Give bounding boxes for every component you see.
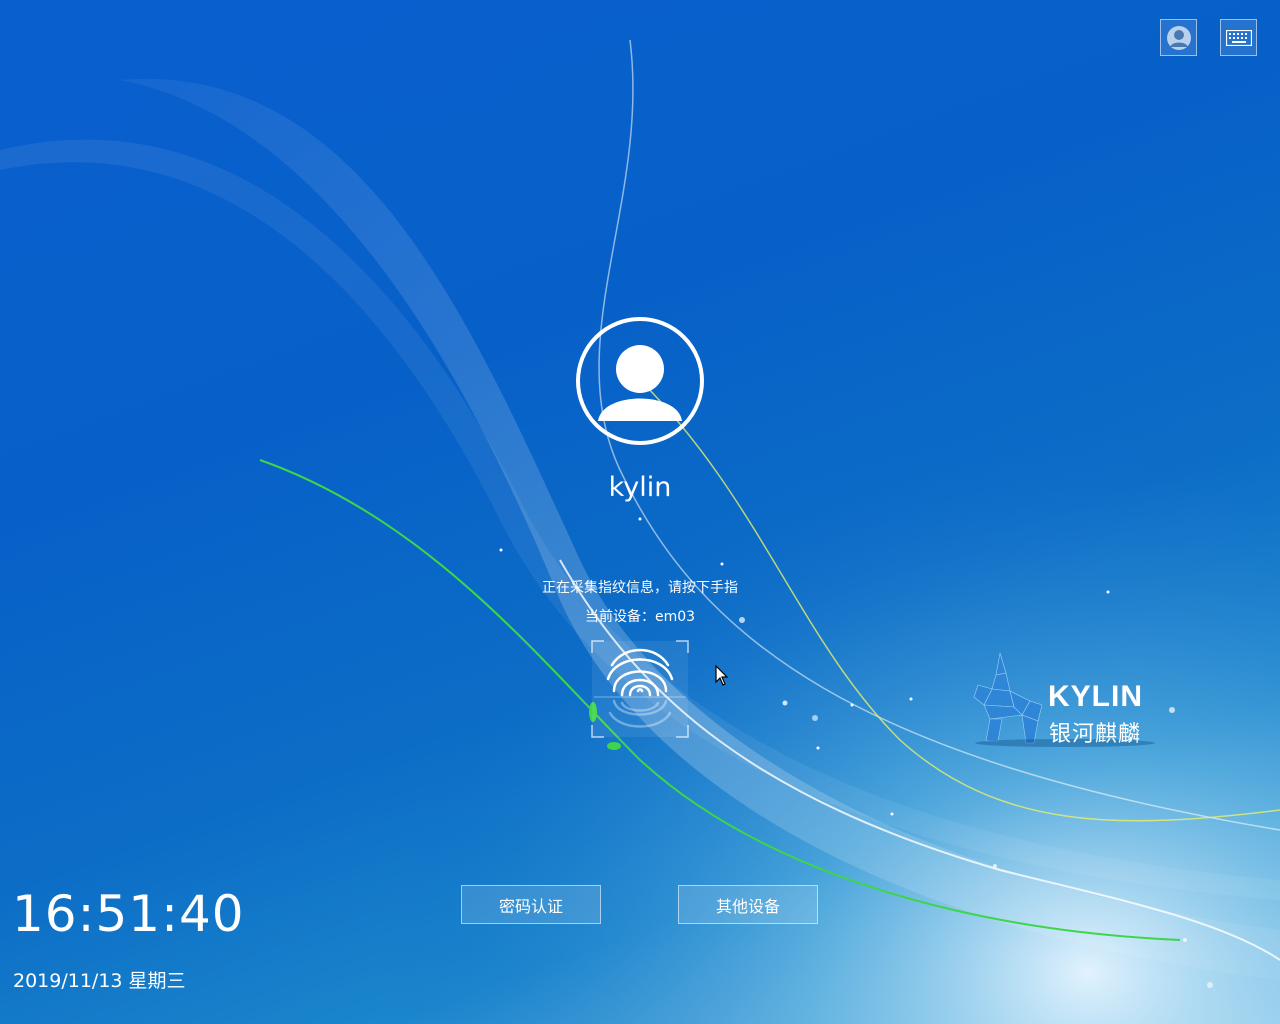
fingerprint-scan-area xyxy=(590,639,690,739)
current-device-label: 当前设备：em03 xyxy=(584,609,696,625)
other-device-button[interactable]: 其他设备 xyxy=(678,885,818,924)
fingerprint-status-message: 正在采集指纹信息，请按下手指 xyxy=(542,580,738,596)
kylin-brand-cn-text: 银河麒麟 xyxy=(1049,722,1142,747)
keyboard-icon xyxy=(1225,29,1252,46)
password-auth-button[interactable]: 密码认证 xyxy=(461,885,601,924)
clock-date: 2019/11/13 星期三 xyxy=(13,970,186,992)
user-avatar xyxy=(576,317,704,445)
user-icon xyxy=(1166,25,1191,50)
mouse-cursor-icon xyxy=(715,665,729,686)
switch-user-button[interactable] xyxy=(1160,19,1197,56)
fingerprint-icon xyxy=(591,640,689,738)
background-wallpaper xyxy=(0,0,1280,1024)
username-label: kylin xyxy=(608,472,672,503)
kylin-brand-text: KYLIN xyxy=(1048,680,1143,713)
lock-screen: kylin 正在采集指纹信息，请按下手指 当前设备：em03 密码认证 其他设备… xyxy=(0,0,1280,1024)
virtual-keyboard-button[interactable] xyxy=(1220,19,1257,56)
avatar-person-icon xyxy=(598,345,682,421)
clock-time: 16:51:40 xyxy=(12,885,245,943)
